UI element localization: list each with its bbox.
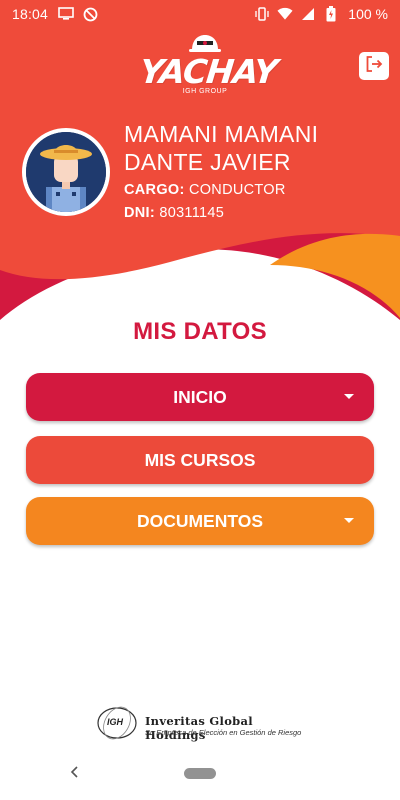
menu-label-mis-cursos: MIS CURSOS [144,449,256,470]
wifi-icon [277,6,293,22]
profile-name-line2: DANTE JAVIER [124,149,291,175]
menu-label-inicio: INICIO [173,386,227,407]
profile-dni: DNI: 80311145 [124,205,224,221]
menu-button-mis-cursos[interactable]: MIS CURSOS [26,436,374,484]
company-tagline: Su Empresa de Elección en Gestión de Rie… [145,728,302,737]
menu-button-documentos[interactable]: DOCUMENTOS [26,497,374,545]
igh-badge-icon: IGH [95,703,143,743]
footer-company-logo: IGH Inveritas Global Holdings Su Empresa… [95,703,315,743]
avatar [22,128,110,216]
home-pill-button[interactable] [184,768,216,779]
dni-value: 80311145 [159,205,225,221]
cargo-label: CARGO: [124,182,185,198]
profile-name-line1: MAMANI MAMANI [124,121,319,147]
section-title: MIS DATOS [133,318,267,345]
battery-icon [323,6,339,22]
status-bar: 18:04 100 % [0,0,400,28]
menu-button-inicio[interactable]: INICIO [26,373,374,421]
chevron-down-icon [344,518,354,523]
vibrate-icon [254,6,270,22]
do-not-disturb-icon [82,6,98,22]
back-icon[interactable] [68,764,86,784]
chevron-down-icon [344,394,354,399]
igh-badge-text: IGH [107,717,124,727]
logo-text: YACHAY [137,52,279,91]
dni-label: DNI: [124,205,155,221]
logout-icon [365,55,383,78]
status-time: 18:04 [12,6,49,22]
system-nav-bar [0,752,400,800]
profile-name: MAMANI MAMANI DANTE JAVIER [124,120,394,176]
menu-label-documentos: DOCUMENTOS [136,510,264,531]
profile-cargo: CARGO: CONDUCTOR [124,182,286,198]
app-logo: YACHAY IGH GROUP [137,34,279,98]
signal-icon [300,6,316,22]
logo-subtext: IGH GROUP [182,88,228,95]
logout-button[interactable] [359,52,389,80]
screen-icon [58,6,74,22]
battery-percent: 100 % [348,6,388,22]
cargo-value: CONDUCTOR [188,182,286,198]
